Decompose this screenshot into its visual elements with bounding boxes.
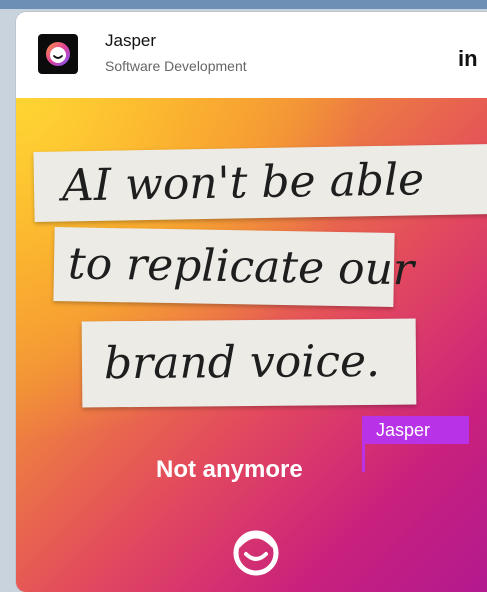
note-line-2: to replicate our [67,238,415,296]
note-line-3: brand voice. [103,335,381,390]
note-line-1: AI won't be able [61,154,425,212]
note-paper-1: AI won't be able [33,143,487,223]
post-image[interactable]: AI won't be able to replicate our brand … [16,98,487,592]
headline: Not anymore [156,456,303,483]
name-tag: Jasper [362,416,469,444]
jasper-logo-icon[interactable] [38,34,78,74]
company-industry: Software Development [105,58,247,74]
linkedin-icon[interactable]: in [458,46,478,72]
post-card: Jasper Software Development in AI won't … [16,12,487,592]
note-paper-3: brand voice. [81,318,417,408]
company-name[interactable]: Jasper [105,31,156,51]
note-paper-2: to replicate our [53,227,414,307]
post-header: Jasper Software Development in [16,12,487,98]
top-bar [0,0,487,9]
text-cursor [362,444,365,472]
jasper-mascot-icon [233,530,279,576]
